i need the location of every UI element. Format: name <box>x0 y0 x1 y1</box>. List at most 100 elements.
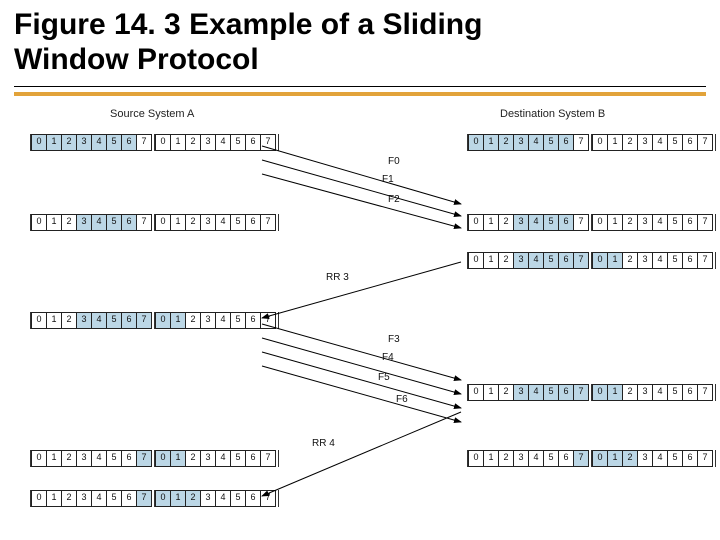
seq-cell: 0 <box>468 384 484 401</box>
seq-cell: 3 <box>76 312 92 329</box>
seq-cell: 6 <box>682 134 698 151</box>
seq-cell: 7 <box>136 450 152 467</box>
seq-cell: 2 <box>61 450 77 467</box>
msg-f1: F1 <box>382 174 394 185</box>
seq-cell: 2 <box>185 312 201 329</box>
seq-cell: 4 <box>215 312 231 329</box>
seq-cell: 7 <box>573 134 589 151</box>
seq-cell: 3 <box>76 214 92 231</box>
seq-cell: 0 <box>592 252 608 269</box>
msg-f0: F0 <box>388 156 400 167</box>
seq-cell: 6 <box>121 312 137 329</box>
msg-f4: F4 <box>382 352 394 363</box>
seq-cell: 5 <box>230 134 246 151</box>
seq-a-row5: 0123456701234567 <box>28 490 280 507</box>
seq-cell: 4 <box>528 384 544 401</box>
seq-cell: 5 <box>230 450 246 467</box>
seq-cell: 4 <box>528 134 544 151</box>
seq-cell: 0 <box>31 312 47 329</box>
seq-cell: 0 <box>155 134 171 151</box>
seq-cell: 3 <box>200 312 216 329</box>
seq-cell: 1 <box>46 490 62 507</box>
seq-cell: 1 <box>607 134 623 151</box>
seq-cell: 5 <box>106 312 122 329</box>
seq-cell: 0 <box>468 214 484 231</box>
seq-cell: 3 <box>513 450 529 467</box>
seq-cell: 5 <box>106 134 122 151</box>
seq-cell: 5 <box>543 134 559 151</box>
seq-cell: 0 <box>155 450 171 467</box>
seq-b-row4: 0123456701234567 <box>465 384 717 401</box>
seq-cell: 0 <box>31 214 47 231</box>
seq-cell: 2 <box>185 450 201 467</box>
seq-cell: 1 <box>483 214 499 231</box>
seq-cell: 2 <box>61 134 77 151</box>
seq-cell: 1 <box>607 214 623 231</box>
seq-cell: 4 <box>652 214 668 231</box>
seq-cell: 2 <box>498 134 514 151</box>
seq-cell: 4 <box>91 450 107 467</box>
seq-cell: 2 <box>622 450 638 467</box>
seq-cell: 4 <box>91 490 107 507</box>
seq-cell: 0 <box>468 252 484 269</box>
seq-cell: 5 <box>543 450 559 467</box>
seq-a-row1: 0123456701234567 <box>28 134 280 151</box>
seq-cell: 7 <box>136 312 152 329</box>
seq-cell: 3 <box>76 450 92 467</box>
seq-cell: 0 <box>155 214 171 231</box>
seq-cell: 3 <box>513 384 529 401</box>
seq-cell: 6 <box>558 450 574 467</box>
seq-cell: 5 <box>667 214 683 231</box>
seq-cell: 3 <box>76 134 92 151</box>
seq-cell: 4 <box>215 490 231 507</box>
seq-cell: 6 <box>682 450 698 467</box>
seq-cell: 3 <box>76 490 92 507</box>
msg-rr4: RR 4 <box>312 438 335 449</box>
seq-cell: 7 <box>573 252 589 269</box>
msg-rr3: RR 3 <box>326 272 349 283</box>
seq-cell: 7 <box>697 384 713 401</box>
seq-cell: 4 <box>528 252 544 269</box>
title-rule-orange <box>14 92 706 96</box>
seq-cell: 0 <box>592 450 608 467</box>
seq-cell: 6 <box>121 214 137 231</box>
seq-cell: 1 <box>483 450 499 467</box>
seq-cell: 6 <box>558 252 574 269</box>
seq-cell: 6 <box>245 214 261 231</box>
seq-cell: 1 <box>46 450 62 467</box>
seq-cell: 1 <box>607 450 623 467</box>
seq-b-row5: 0123456701234567 <box>465 450 717 467</box>
seq-cell: 1 <box>170 214 186 231</box>
seq-cell: 1 <box>170 312 186 329</box>
seq-cell: 6 <box>245 312 261 329</box>
seq-cell: 7 <box>697 252 713 269</box>
seq-cell: 6 <box>558 134 574 151</box>
msg-f6: F6 <box>396 394 408 405</box>
title-line-2: Window Protocol <box>14 43 259 76</box>
seq-cell: 4 <box>91 214 107 231</box>
seq-cell: 2 <box>185 134 201 151</box>
seq-b-row1: 0123456701234567 <box>465 134 717 151</box>
seq-cell: 4 <box>215 214 231 231</box>
seq-cell: 7 <box>260 134 276 151</box>
seq-cell: 1 <box>483 384 499 401</box>
seq-cell: 6 <box>682 252 698 269</box>
seq-cell: 3 <box>200 450 216 467</box>
seq-cell: 0 <box>31 450 47 467</box>
seq-cell: 2 <box>498 450 514 467</box>
seq-cell: 6 <box>558 214 574 231</box>
seq-cell: 2 <box>498 252 514 269</box>
seq-cell: 2 <box>622 384 638 401</box>
seq-cell: 5 <box>667 384 683 401</box>
seq-cell: 3 <box>637 134 653 151</box>
seq-cell: 2 <box>61 214 77 231</box>
seq-cell: 5 <box>543 214 559 231</box>
seq-cell: 4 <box>652 252 668 269</box>
seq-cell: 7 <box>697 134 713 151</box>
seq-cell: 3 <box>200 490 216 507</box>
seq-cell: 7 <box>573 450 589 467</box>
seq-cell: 6 <box>245 134 261 151</box>
seq-cell: 1 <box>46 134 62 151</box>
diagram-stage: 0123456701234567 0123456701234567 012345… <box>0 112 720 540</box>
seq-cell: 3 <box>637 450 653 467</box>
